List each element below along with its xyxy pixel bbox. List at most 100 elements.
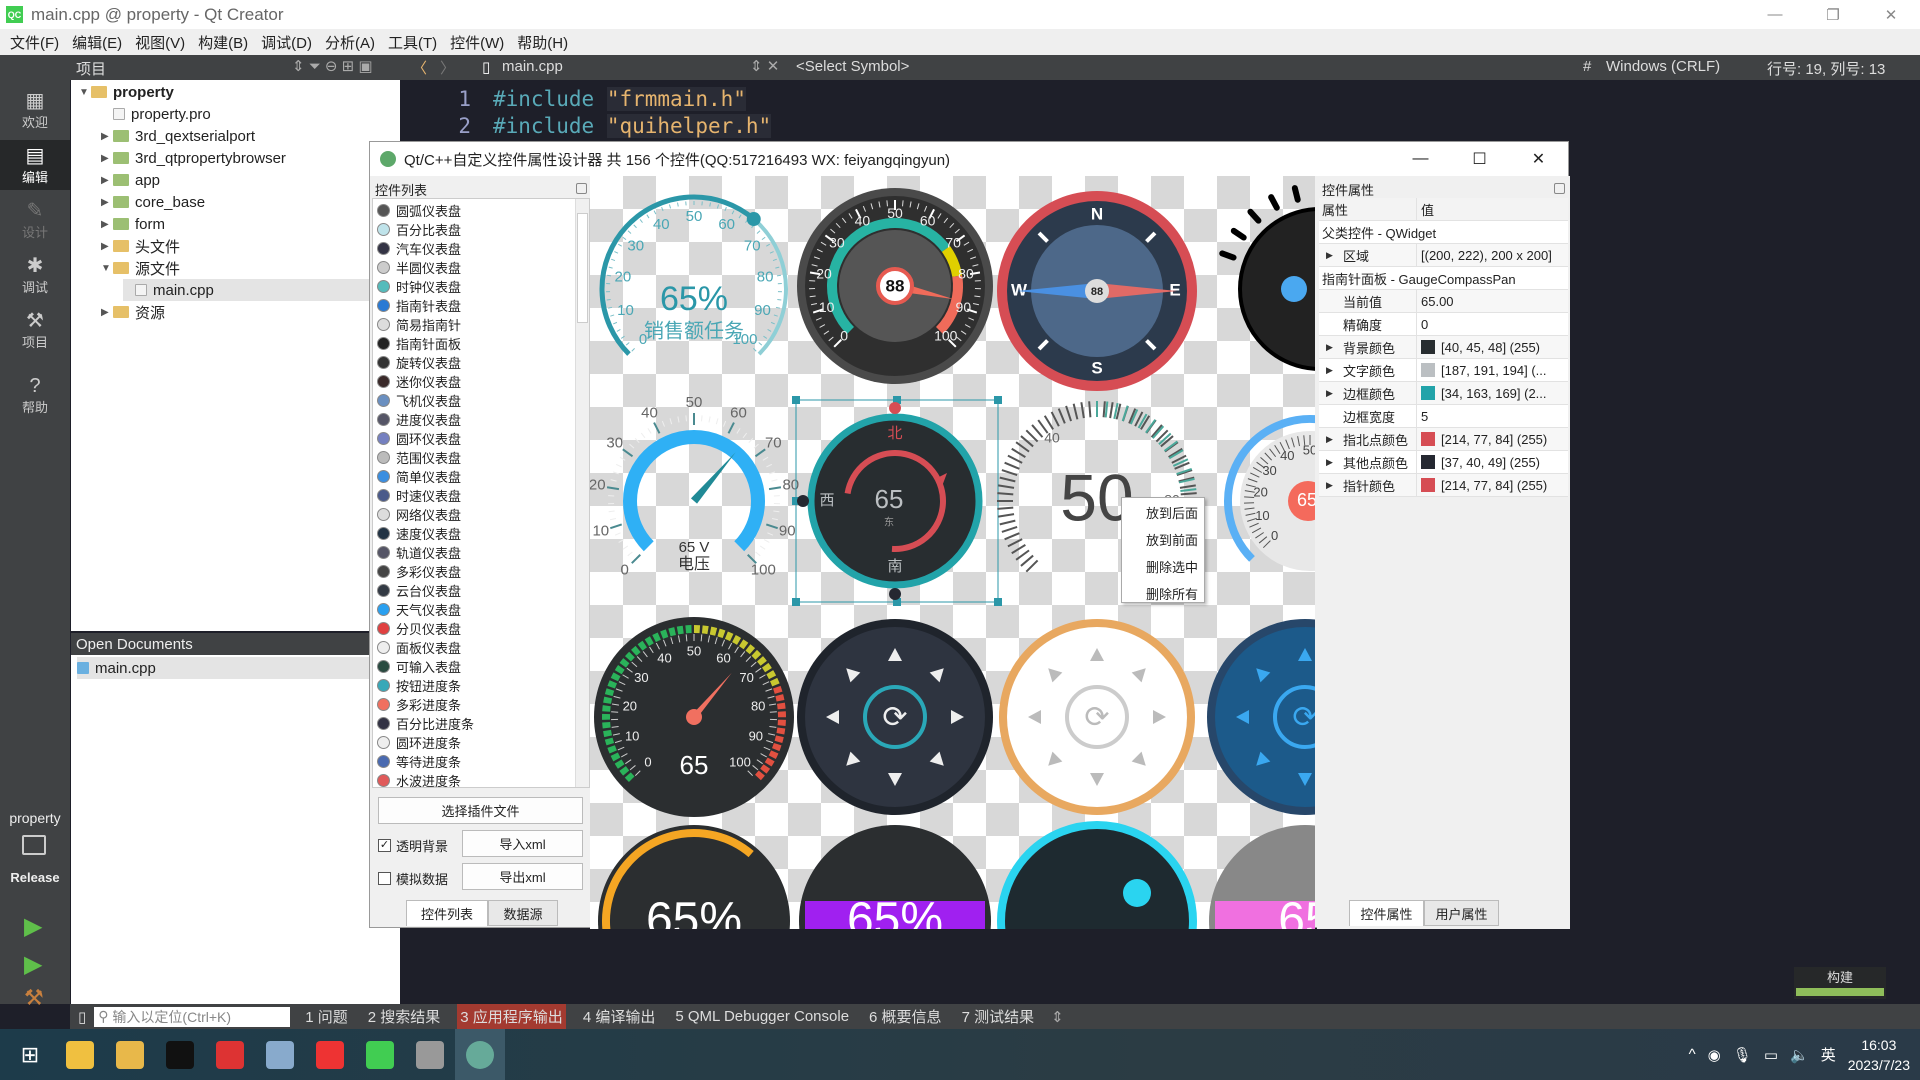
- mode-1[interactable]: ▤ 编辑: [0, 140, 70, 190]
- gauges-canvas[interactable]: 010203040 50 6070809010065%销售额任务 010203040 5…: [590, 176, 1315, 929]
- property-value[interactable]: 5: [1417, 409, 1568, 424]
- run-icon[interactable]: ▶: [24, 912, 42, 941]
- chevron-right-icon[interactable]: ▶: [101, 153, 113, 164]
- property-row[interactable]: ▶ 其他点颜色 [37, 40, 49] (255): [1319, 451, 1568, 474]
- tree-item[interactable]: ▶ 头文件: [101, 235, 180, 257]
- volume-icon[interactable]: 🔈: [1790, 1046, 1809, 1064]
- progress-gauge-1[interactable]: 65%: [799, 825, 991, 929]
- widget-list-item[interactable]: 半圆仪表盘: [377, 258, 461, 277]
- debug-run-icon[interactable]: ▶: [24, 950, 42, 979]
- colorful-gauge[interactable]: 0 10 20 30 40 50 60 70 80 90 100 65: [594, 617, 794, 817]
- progress-gauge-3[interactable]: 65: [1209, 825, 1315, 929]
- property-row[interactable]: ▶ 指针颜色 [214, 77, 84] (255): [1319, 474, 1568, 497]
- mode-3[interactable]: ✱ 调试: [0, 250, 70, 300]
- forward-icon[interactable]: 〉: [440, 57, 455, 78]
- more-tabs-icon[interactable]: ⇕: [1051, 1008, 1064, 1026]
- menu-item[interactable]: 视图(V): [135, 32, 185, 53]
- menu-item[interactable]: 工具(T): [388, 32, 437, 53]
- widget-list-item[interactable]: 范围仪表盘: [377, 448, 461, 467]
- symbol-selector[interactable]: <Select Symbol>: [796, 58, 909, 75]
- output-tab[interactable]: 7 测试结果: [959, 1004, 1038, 1029]
- expand-arrow-icon[interactable]: ▶: [1326, 365, 1333, 376]
- property-row[interactable]: 当前值 65.00: [1319, 290, 1568, 313]
- notes-icon[interactable]: [255, 1029, 305, 1080]
- designer-minimize-button[interactable]: —: [1391, 142, 1450, 176]
- widget-list-item[interactable]: 轨道仪表盘: [377, 543, 461, 562]
- chevron-down-icon[interactable]: ▼: [101, 263, 113, 274]
- terminal-icon[interactable]: [155, 1029, 205, 1080]
- tree-item[interactable]: ▶ 3rd_qextserialport: [101, 125, 255, 147]
- property-row[interactable]: ▶ 边框颜色 [34, 163, 169] (2...: [1319, 382, 1568, 405]
- output-tab[interactable]: 5 QML Debugger Console: [672, 1006, 852, 1027]
- property-value[interactable]: [214, 77, 84] (255): [1417, 432, 1568, 447]
- black-dial-gauge[interactable]: [1219, 185, 1315, 371]
- widget-list-item[interactable]: 飞机仪表盘: [377, 391, 461, 410]
- widget-list-item[interactable]: 圆弧仪表盘: [377, 201, 461, 220]
- close-button[interactable]: ✕: [1862, 0, 1920, 29]
- widget-list-item[interactable]: 等待进度条: [377, 752, 461, 771]
- blue-arc-gauge[interactable]: 010 20 30 40 50 65: [1224, 415, 1315, 571]
- network-status-icon[interactable]: ◉: [1708, 1046, 1721, 1064]
- widget-list-item[interactable]: 汽车仪表盘: [377, 239, 461, 258]
- kit-config[interactable]: Release: [0, 870, 70, 885]
- property-row[interactable]: 精确度 0: [1319, 313, 1568, 336]
- kit-project[interactable]: property: [0, 810, 70, 826]
- netease-music-icon[interactable]: [305, 1029, 355, 1080]
- expand-arrow-icon[interactable]: ▶: [1326, 457, 1333, 468]
- ime-indicator[interactable]: 英: [1821, 1044, 1836, 1065]
- menu-item[interactable]: 分析(A): [325, 32, 375, 53]
- tree-item[interactable]: main.cpp: [123, 279, 397, 301]
- output-tab[interactable]: 4 编译输出: [580, 1004, 659, 1029]
- ptz-gauge-light[interactable]: ⟳: [999, 619, 1195, 815]
- transparent-bg-checkbox[interactable]: ✓ 透明背景: [378, 836, 448, 855]
- chevron-right-icon[interactable]: ▶: [101, 131, 113, 142]
- menu-item[interactable]: 调试(D): [261, 32, 312, 53]
- anchor-handle[interactable]: [797, 495, 809, 507]
- arc-gauge[interactable]: 010203040 50 6070809010065%销售额任务: [599, 194, 788, 356]
- widget-list-item[interactable]: 圆环仪表盘: [377, 429, 461, 448]
- property-row[interactable]: ▶ 背景颜色 [40, 45, 48] (255): [1319, 336, 1568, 359]
- float-icon[interactable]: [1554, 183, 1565, 194]
- chevron-right-icon[interactable]: ▶: [101, 219, 113, 230]
- video-icon[interactable]: [405, 1029, 455, 1080]
- start-icon[interactable]: ⊞: [5, 1029, 55, 1080]
- menu-item[interactable]: 控件(W): [450, 32, 504, 53]
- import-xml-button[interactable]: 导入xml: [462, 830, 583, 857]
- qt-creator-icon[interactable]: [355, 1029, 405, 1080]
- resize-handle[interactable]: [994, 598, 1002, 606]
- tab-user-properties[interactable]: 用户属性: [1424, 900, 1499, 926]
- current-file[interactable]: main.cpp: [502, 58, 563, 75]
- resize-handle[interactable]: [792, 396, 800, 404]
- designer-close-button[interactable]: ✕: [1509, 142, 1568, 176]
- git-icon[interactable]: [105, 1029, 155, 1080]
- ptz-gauge-navy[interactable]: ⟳: [1207, 619, 1315, 815]
- mic-icon[interactable]: 🎙: [1733, 1046, 1752, 1064]
- property-row[interactable]: ▶ 指北点颜色 [214, 77, 84] (255): [1319, 428, 1568, 451]
- widget-list-item[interactable]: 迷你仪表盘: [377, 372, 461, 391]
- widget-list-item[interactable]: 时钟仪表盘: [377, 277, 461, 296]
- expand-arrow-icon[interactable]: ▶: [1326, 388, 1333, 399]
- compass-gauge[interactable]: N E S W 88: [997, 191, 1197, 391]
- menu-item[interactable]: 构建(B): [198, 32, 248, 53]
- widget-list-item[interactable]: 进度仪表盘: [377, 410, 461, 429]
- tree-item[interactable]: ▶ core_base: [101, 191, 205, 213]
- restore-button[interactable]: ❐: [1804, 0, 1862, 29]
- build-hammer-icon[interactable]: ⚒: [24, 985, 44, 1011]
- tree-item[interactable]: ▶ 3rd_qtpropertybrowser: [101, 147, 286, 169]
- property-row[interactable]: ▶ 文字颜色 [187, 191, 194] (...: [1319, 359, 1568, 382]
- tree-item[interactable]: ▶ app: [101, 169, 160, 191]
- context-menu-item[interactable]: 放到后面: [1146, 503, 1198, 523]
- widget-list-item[interactable]: 多彩进度条: [377, 695, 461, 714]
- output-tab[interactable]: 3 应用程序输出: [457, 1004, 566, 1029]
- output-tab[interactable]: 2 搜索结果: [365, 1004, 444, 1029]
- recorder-icon[interactable]: [205, 1029, 255, 1080]
- chevron-up-icon[interactable]: ^: [1689, 1046, 1696, 1063]
- property-value[interactable]: [214, 77, 84] (255): [1417, 478, 1568, 493]
- tab-widget-properties[interactable]: 控件属性: [1349, 900, 1424, 926]
- tree-item[interactable]: ▼ 源文件: [101, 257, 180, 279]
- open-document-item[interactable]: main.cpp: [77, 657, 395, 679]
- context-menu-item[interactable]: 放到前面: [1146, 530, 1198, 550]
- widget-list-item[interactable]: 指南针表盘: [377, 296, 461, 315]
- sort-icon[interactable]: ⇕ ⏷ ⊖ ⊞ ▣: [292, 57, 373, 75]
- widget-list-scrollbar[interactable]: [575, 199, 589, 787]
